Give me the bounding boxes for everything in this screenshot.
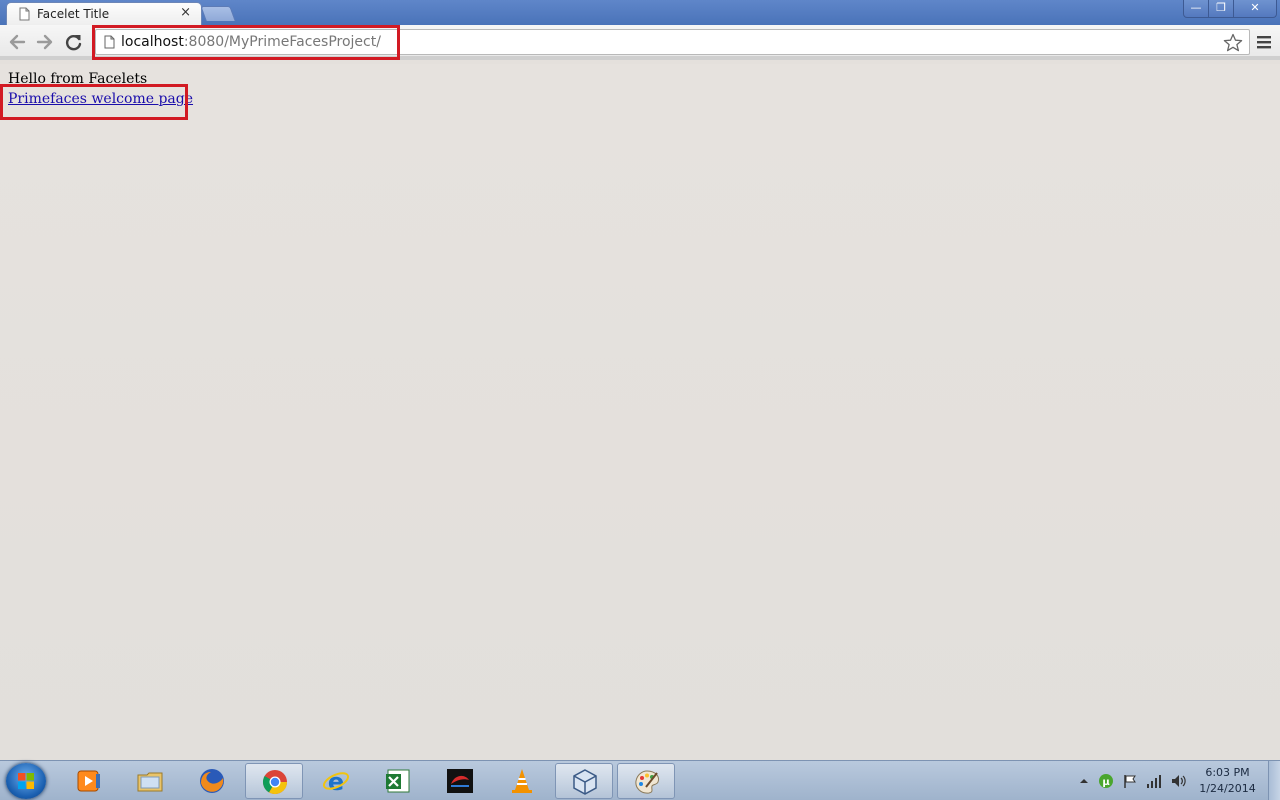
annotation-box-address xyxy=(92,25,400,60)
vlc-cone-icon xyxy=(512,769,532,793)
minimize-button[interactable]: — xyxy=(1183,0,1209,18)
arrow-right-icon xyxy=(36,34,53,50)
taskbar-firefox[interactable] xyxy=(183,763,241,799)
clock-time: 6:03 PM xyxy=(1205,766,1250,779)
menu-icon[interactable] xyxy=(1256,34,1272,50)
chrome-icon xyxy=(262,770,287,795)
maximize-button[interactable]: ❐ xyxy=(1208,0,1234,18)
taskbar-vlc[interactable] xyxy=(493,763,551,799)
start-button[interactable] xyxy=(6,763,46,799)
new-tab-button[interactable] xyxy=(200,6,236,21)
action-center-flag-icon[interactable] xyxy=(1122,773,1138,789)
show-desktop-button[interactable] xyxy=(1268,761,1280,800)
dark-app-icon xyxy=(447,769,473,793)
tab-facelet-title[interactable]: Facelet Title × xyxy=(6,2,202,25)
taskbar-dark-app[interactable] xyxy=(431,763,489,799)
windows-logo-icon xyxy=(18,773,34,789)
volume-icon[interactable] xyxy=(1170,773,1186,789)
svg-text:e: e xyxy=(328,768,344,796)
paint-palette-icon xyxy=(635,770,659,794)
taskbar-chrome[interactable] xyxy=(245,763,303,799)
taskbar-paint[interactable] xyxy=(617,763,675,799)
svg-text:µ: µ xyxy=(1102,777,1110,788)
firefox-icon xyxy=(200,769,224,793)
page-icon xyxy=(19,7,30,21)
utorrent-icon[interactable]: µ xyxy=(1098,773,1114,789)
browser-title-bar: Facelet Title × — ❐ ✕ xyxy=(0,0,1280,25)
taskbar-virtualbox[interactable] xyxy=(555,763,613,799)
taskbar-file-explorer[interactable] xyxy=(121,763,179,799)
chevron-up-icon[interactable] xyxy=(1076,773,1092,789)
taskbar-internet-explorer[interactable]: e xyxy=(307,763,365,799)
close-tab-icon[interactable]: × xyxy=(180,5,191,20)
taskbar: e µ 6:03 PM 1/24/2014 xyxy=(0,760,1280,800)
close-window-button[interactable]: ✕ xyxy=(1233,0,1277,18)
taskbar-media-player[interactable] xyxy=(60,763,118,799)
page-content: Hello from Facelets Primefaces welcome p… xyxy=(0,64,1280,760)
internet-explorer-icon: e xyxy=(322,768,350,796)
excel-icon xyxy=(386,769,410,793)
forward-button[interactable] xyxy=(35,33,55,51)
reload-button[interactable] xyxy=(64,33,84,51)
taskbar-clock[interactable]: 6:03 PM 1/24/2014 xyxy=(1190,765,1265,797)
back-button[interactable] xyxy=(7,33,27,51)
arrow-left-icon xyxy=(9,34,26,50)
tab-title: Facelet Title xyxy=(37,7,110,21)
star-icon[interactable] xyxy=(1223,33,1243,53)
folder-icon xyxy=(137,772,163,792)
taskbar-excel[interactable] xyxy=(369,763,427,799)
clock-date: 1/24/2014 xyxy=(1199,782,1256,795)
annotation-box-link xyxy=(0,84,188,120)
network-signal-icon[interactable] xyxy=(1146,773,1162,789)
reload-icon xyxy=(65,34,82,51)
virtualbox-cube-icon xyxy=(573,769,597,795)
media-player-icon xyxy=(77,770,100,792)
